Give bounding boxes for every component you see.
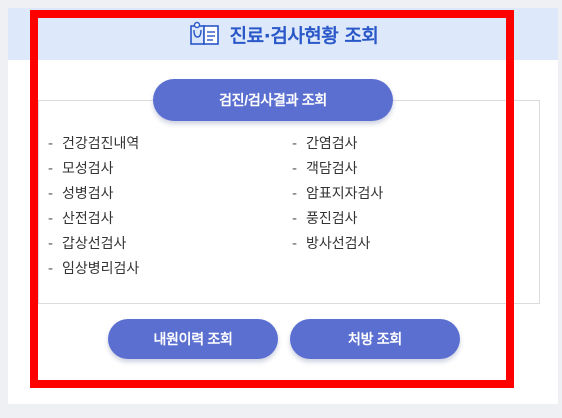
list-item[interactable]: - 객담검사 <box>292 160 383 185</box>
list-item[interactable]: - 갑상선검사 <box>48 235 139 260</box>
exam-list-left: - 건강검진내역 - 모성검사 - 성병검사 - 산전검사 - 갑상선검사 - 임상병리검사 <box>48 135 139 285</box>
list-item[interactable]: - 간염검사 <box>292 135 383 160</box>
clipboard-medical-icon <box>189 21 219 45</box>
list-item[interactable]: - 암표지자검사 <box>292 185 383 210</box>
card-header: 진료·검사현황 조회 <box>8 8 558 60</box>
list-item[interactable]: - 임상병리검사 <box>48 260 139 285</box>
visit-history-button[interactable]: 내원이력 조회 <box>108 319 278 359</box>
checkup-results-button[interactable]: 검진/검사결과 조회 <box>153 79 393 121</box>
exam-list-right: - 간염검사 - 객담검사 - 암표지자검사 - 풍진검사 - 방사선검사 <box>292 135 383 260</box>
exam-status-card: 진료·검사현황 조회 검진/검사결과 조회 - 건강검진내역 - 모성검사 - 성병검… <box>8 8 558 404</box>
list-item[interactable]: - 방사선검사 <box>292 235 383 260</box>
list-item[interactable]: - 성병검사 <box>48 185 139 210</box>
list-item[interactable]: - 모성검사 <box>48 160 139 185</box>
list-item[interactable]: - 풍진검사 <box>292 210 383 235</box>
list-item[interactable]: - 건강검진내역 <box>48 135 139 160</box>
prescription-button[interactable]: 처방 조회 <box>290 319 460 359</box>
list-item[interactable]: - 산전검사 <box>48 210 139 235</box>
page-title: 진료·검사현황 조회 <box>229 24 379 47</box>
